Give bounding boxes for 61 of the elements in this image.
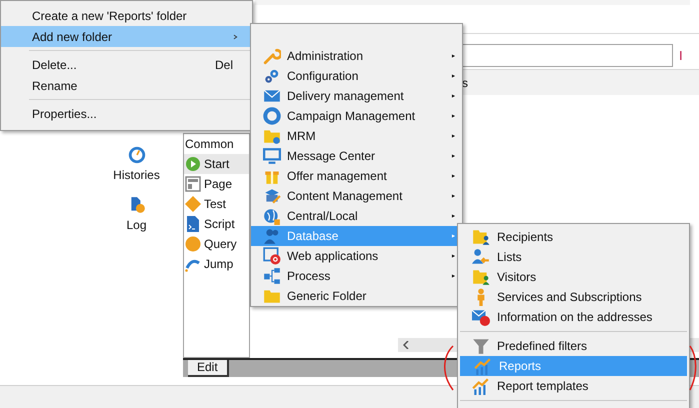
nav-label[interactable]: Histories <box>113 166 160 184</box>
link-text[interactable]: I <box>679 46 683 66</box>
submenu-arrow-icon <box>451 52 456 60</box>
palette-title: Common <box>184 136 235 153</box>
menu-item[interactable]: MRM <box>251 126 462 146</box>
palette-item[interactable]: Test <box>184 194 249 214</box>
people-icon <box>263 227 281 245</box>
menu-item[interactable]: Information on the addresses <box>458 307 689 327</box>
menu-item[interactable]: Central/Local <box>251 206 462 226</box>
submenu-arrow-icon <box>451 152 456 160</box>
submenu-arrow-icon <box>451 252 456 260</box>
menu-item[interactable]: Predefined filters <box>458 336 689 356</box>
menu-item[interactable]: Campaign Management <box>251 106 462 126</box>
scroll-left-icon[interactable] <box>403 341 409 349</box>
submenu-arrow-icon <box>451 212 456 220</box>
process-icon <box>263 267 281 285</box>
palette-item[interactable]: Query <box>184 234 249 254</box>
wrench-icon <box>263 47 281 65</box>
nav-label[interactable]: Log <box>126 216 147 234</box>
play-icon <box>185 156 201 172</box>
chart-icon <box>474 357 492 375</box>
submenu-arrow-icon <box>451 92 456 100</box>
menu-item[interactable]: Delete... Del <box>1 54 252 75</box>
menu-item[interactable]: Message Center <box>251 146 462 166</box>
palette-item[interactable]: Start <box>184 154 249 174</box>
folder-person-icon <box>472 268 490 286</box>
submenu-arrow-icon <box>451 132 456 140</box>
menu-item[interactable]: Create a new 'Reports' folder <box>1 5 252 26</box>
menu-item[interactable]: Delivery management <box>251 86 462 106</box>
input-field[interactable] <box>460 44 673 67</box>
menu-item[interactable]: Properties... <box>1 103 252 124</box>
diamond-icon <box>185 196 201 212</box>
menu-item[interactable]: Add new folder <box>1 26 252 47</box>
submenu-arrow-icon <box>451 112 456 120</box>
submenu-arrow-icon <box>451 272 456 280</box>
menu-item[interactable]: Offer management <box>251 166 462 186</box>
menu-item[interactable]: Rename <box>1 75 252 96</box>
monitor-icon <box>263 147 281 165</box>
menu-item[interactable]: Administration <box>251 46 462 66</box>
menu-item[interactable]: Content Management <box>251 186 462 206</box>
folder-person-icon <box>472 228 490 246</box>
submenu-arrow-icon <box>451 232 456 240</box>
submenu-arrow-icon <box>451 192 456 200</box>
circle-icon <box>185 236 201 252</box>
submenu-arrow-icon <box>451 72 456 80</box>
menu-item[interactable]: Report templates <box>458 376 689 396</box>
menu-item[interactable]: Configuration <box>251 66 462 86</box>
submenu-arrow-icon <box>451 172 456 180</box>
page-icon <box>185 176 201 192</box>
bracket-drawing <box>689 344 699 392</box>
ring-icon <box>263 107 281 125</box>
editor-tab[interactable]: Edit <box>188 360 229 377</box>
shortcut-text: Del <box>214 56 233 74</box>
clock-icon <box>128 146 146 164</box>
palette-item[interactable]: Jump <box>184 254 249 274</box>
chart-icon <box>472 377 490 395</box>
palette-item[interactable]: Script <box>184 214 249 234</box>
people-arrow-icon <box>472 248 490 266</box>
palette-item[interactable]: Page <box>184 174 249 194</box>
globe-icon <box>263 207 281 225</box>
envelope-question-icon <box>472 308 490 326</box>
